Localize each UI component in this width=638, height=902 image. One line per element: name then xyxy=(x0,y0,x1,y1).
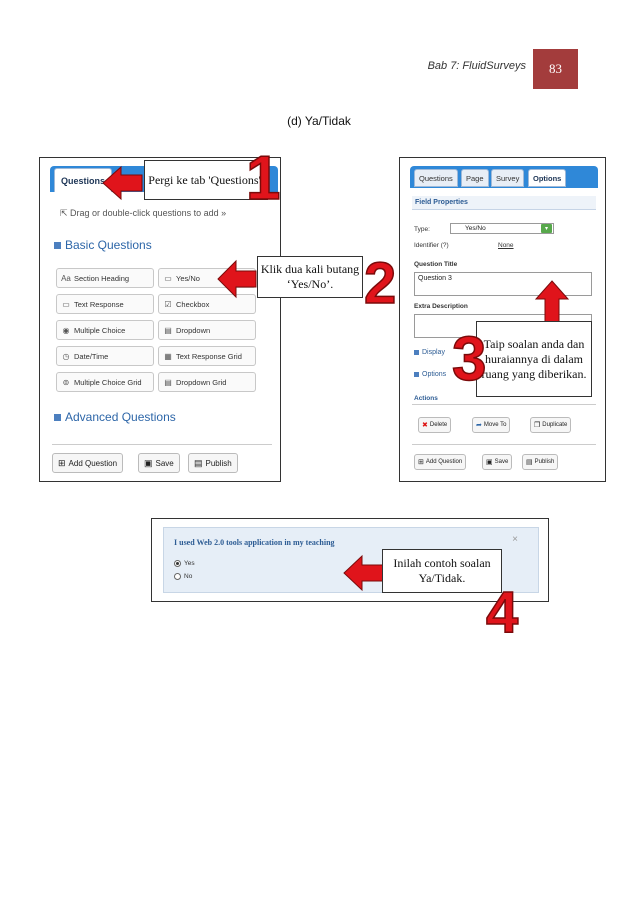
step-number-4: 4 xyxy=(486,580,518,645)
step-number-2: 2 xyxy=(364,251,396,316)
step-numbers: 1 2 3 4 xyxy=(245,143,519,646)
step-number-3: 3 xyxy=(452,325,486,394)
step-number-1: 1 xyxy=(246,144,280,213)
